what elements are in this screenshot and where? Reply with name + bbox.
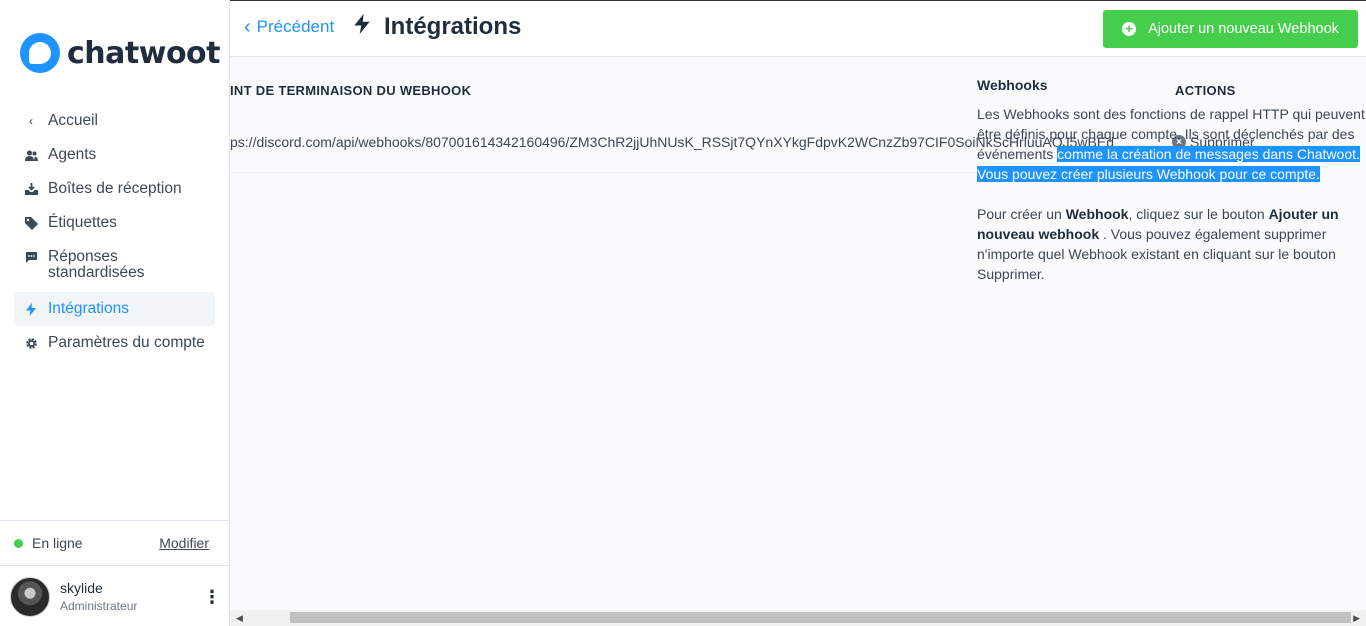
user-role: Administrateur	[60, 599, 138, 613]
sidebar-item-label: Accueil	[48, 112, 98, 129]
help-text: Pour créer un	[977, 206, 1066, 222]
page-title-group: Intégrations	[354, 13, 521, 41]
chevron-left-icon: ‹	[29, 114, 33, 128]
column-header-endpoint: INT DE TERMINAISON DU WEBHOOK	[230, 83, 472, 98]
user-info: skylide Administrateur	[60, 580, 203, 613]
add-webhook-button-label: Ajouter un nouveau Webhook	[1148, 21, 1339, 37]
horizontal-scrollbar[interactable]: ◀ ▶	[230, 610, 1366, 626]
help-paragraph-1: Les Webhooks sont des fonctions de rappe…	[977, 104, 1366, 184]
chatwoot-logo-icon	[20, 33, 60, 73]
sidebar-item-inboxes[interactable]: Boîtes de réception	[14, 172, 215, 206]
brand-name: chatwoot	[67, 35, 221, 71]
inbox-icon	[24, 181, 38, 197]
sidebar-item-agents[interactable]: Agents	[14, 138, 215, 172]
chat-icon	[24, 249, 38, 265]
add-webhook-button[interactable]: + Ajouter un nouveau Webhook	[1103, 10, 1358, 48]
chevron-left-icon: ‹	[244, 16, 251, 38]
page-title: Intégrations	[384, 13, 522, 40]
sidebar-item-canned-responses[interactable]: Réponses standardisées	[14, 240, 215, 292]
help-panel: Webhooks Les Webhooks sont des fonctions…	[977, 75, 1366, 304]
back-button[interactable]: ‹ Précédent	[244, 17, 334, 37]
sidebar-item-label: Paramètres du compte	[48, 334, 205, 351]
page-header: ‹ Précédent Intégrations + Ajouter un no…	[230, 0, 1366, 57]
users-icon	[24, 147, 38, 163]
brand-logo[interactable]: chatwoot	[20, 32, 221, 74]
sidebar-item-label: Boîtes de réception	[48, 180, 182, 197]
sidebar-item-label: Intégrations	[48, 300, 129, 317]
gear-icon	[24, 335, 38, 351]
sidebar-item-label: Agents	[48, 146, 97, 163]
main-content: INT DE TERMINAISON DU WEBHOOK ACTIONS ps…	[230, 57, 1366, 610]
sidebar-item-integrations[interactable]: Intégrations	[14, 292, 215, 326]
status-text: En ligne	[32, 535, 83, 551]
bolt-icon	[24, 301, 38, 317]
help-paragraph-2: Pour créer un Webhook, cliquez sur le bo…	[977, 204, 1366, 284]
sidebar-item-account-settings[interactable]: Paramètres du compte	[14, 326, 215, 362]
app-root: chatwoot ‹ Accueil Agents Boîtes de réce…	[0, 0, 1366, 626]
help-text-bold: Webhook	[1065, 206, 1129, 222]
bolt-icon	[354, 14, 370, 40]
scroll-right-icon[interactable]: ▶	[1353, 613, 1360, 624]
sidebar: chatwoot ‹ Accueil Agents Boîtes de réce…	[0, 0, 230, 626]
sidebar-item-label: Étiquettes	[48, 214, 117, 231]
sidebar-item-labels[interactable]: Étiquettes	[14, 206, 215, 240]
scrollbar-thumb[interactable]	[290, 612, 1351, 623]
plus-circle-icon: +	[1122, 22, 1137, 36]
sidebar-nav: ‹ Accueil Agents Boîtes de réception Éti…	[14, 104, 215, 362]
online-status-dot	[14, 538, 23, 548]
more-options-icon[interactable]: ⋮	[203, 588, 221, 606]
help-text: , cliquez sur le bouton	[1128, 206, 1269, 222]
sidebar-item-home[interactable]: ‹ Accueil	[14, 104, 215, 138]
availability-status: En ligne Modifier	[0, 520, 229, 566]
current-user: skylide Administrateur ⋮	[0, 567, 229, 626]
status-edit-link[interactable]: Modifier	[159, 535, 209, 551]
sidebar-item-label: Réponses standardisées	[48, 248, 145, 281]
user-name: skylide	[60, 580, 103, 596]
scroll-left-icon[interactable]: ◀	[236, 613, 243, 624]
back-button-label: Précédent	[256, 17, 335, 36]
avatar[interactable]	[10, 576, 50, 617]
tag-icon	[24, 215, 38, 231]
help-title: Webhooks	[977, 77, 1048, 93]
